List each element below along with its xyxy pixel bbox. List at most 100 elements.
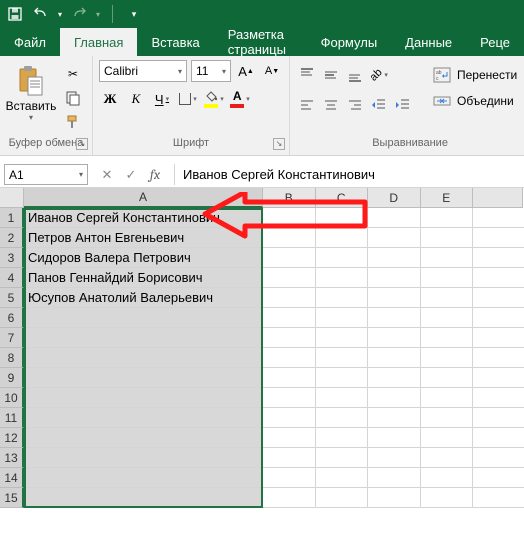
- cell[interactable]: [263, 288, 316, 308]
- undo-dropdown-icon[interactable]: ▾: [58, 10, 62, 19]
- row-header[interactable]: 9: [0, 368, 24, 388]
- row-header[interactable]: 1: [0, 208, 24, 228]
- italic-button[interactable]: К: [125, 88, 147, 110]
- cell[interactable]: [473, 408, 524, 428]
- font-color-button[interactable]: А▾: [229, 88, 251, 110]
- cell[interactable]: [316, 328, 369, 348]
- font-size-combo[interactable]: 11▾: [191, 60, 231, 82]
- cell[interactable]: [368, 248, 421, 268]
- cell[interactable]: [263, 468, 316, 488]
- cell[interactable]: [421, 288, 474, 308]
- row-header[interactable]: 14: [0, 468, 24, 488]
- cell[interactable]: [421, 268, 474, 288]
- cell[interactable]: [421, 448, 474, 468]
- cell[interactable]: [368, 348, 421, 368]
- cell[interactable]: [316, 368, 369, 388]
- cell[interactable]: Петров Антон Евгеньевич: [24, 228, 263, 248]
- tab-page-layout[interactable]: Разметка страницы: [214, 28, 307, 56]
- tab-insert[interactable]: Вставка: [137, 28, 213, 56]
- align-right-button[interactable]: [344, 94, 366, 116]
- format-painter-button[interactable]: [60, 112, 86, 132]
- cell[interactable]: [316, 288, 369, 308]
- cell[interactable]: [316, 248, 369, 268]
- decrease-font-button[interactable]: A▼: [261, 60, 283, 82]
- tab-review[interactable]: Реце: [466, 28, 524, 56]
- tab-file[interactable]: Файл: [0, 28, 60, 56]
- cell[interactable]: [24, 348, 263, 368]
- cell[interactable]: [421, 248, 474, 268]
- cell[interactable]: [24, 408, 263, 428]
- cell[interactable]: [263, 208, 316, 228]
- cell[interactable]: [473, 468, 524, 488]
- cell[interactable]: [316, 388, 369, 408]
- align-center-button[interactable]: [320, 94, 342, 116]
- fx-icon[interactable]: fx: [146, 166, 164, 184]
- cell[interactable]: [421, 388, 474, 408]
- row-header[interactable]: 2: [0, 228, 24, 248]
- cell[interactable]: [368, 228, 421, 248]
- cell[interactable]: [316, 428, 369, 448]
- cell[interactable]: [24, 488, 263, 508]
- cell[interactable]: [368, 428, 421, 448]
- select-all-corner[interactable]: [0, 188, 24, 208]
- cell[interactable]: [263, 448, 316, 468]
- cell[interactable]: [473, 308, 524, 328]
- align-middle-button[interactable]: [320, 64, 342, 86]
- cell[interactable]: [368, 308, 421, 328]
- cell[interactable]: [316, 228, 369, 248]
- paste-button[interactable]: Вставить ▾: [6, 60, 56, 130]
- cell[interactable]: [421, 368, 474, 388]
- row-header[interactable]: 12: [0, 428, 24, 448]
- row-header[interactable]: 13: [0, 448, 24, 468]
- cell[interactable]: [24, 428, 263, 448]
- cell[interactable]: [263, 408, 316, 428]
- cell[interactable]: [24, 368, 263, 388]
- cell[interactable]: [316, 348, 369, 368]
- row-header[interactable]: 3: [0, 248, 24, 268]
- cell[interactable]: Иванов Сергей Константинович: [24, 208, 263, 228]
- bold-button[interactable]: Ж: [99, 88, 121, 110]
- tab-formulas[interactable]: Формулы: [307, 28, 392, 56]
- copy-button[interactable]: [60, 88, 86, 108]
- increase-indent-button[interactable]: [392, 94, 414, 116]
- cell[interactable]: [421, 408, 474, 428]
- cell[interactable]: Панов Геннайдий Борисович: [24, 268, 263, 288]
- cell[interactable]: [368, 468, 421, 488]
- cell[interactable]: [473, 488, 524, 508]
- cell[interactable]: [421, 428, 474, 448]
- underline-button[interactable]: Ч▾: [151, 88, 173, 110]
- cell[interactable]: [473, 248, 524, 268]
- cell[interactable]: [24, 448, 263, 468]
- row-header[interactable]: 6: [0, 308, 24, 328]
- cell[interactable]: [263, 428, 316, 448]
- cell[interactable]: [263, 348, 316, 368]
- cell[interactable]: [368, 268, 421, 288]
- cell[interactable]: [316, 408, 369, 428]
- paste-dropdown-icon[interactable]: ▾: [29, 113, 33, 122]
- cell[interactable]: [421, 228, 474, 248]
- cell[interactable]: [368, 448, 421, 468]
- cell[interactable]: [263, 228, 316, 248]
- cell[interactable]: [263, 368, 316, 388]
- align-top-button[interactable]: [296, 64, 318, 86]
- cell[interactable]: [316, 448, 369, 468]
- align-left-button[interactable]: [296, 94, 318, 116]
- col-header-D[interactable]: D: [368, 188, 421, 208]
- col-header-next[interactable]: [473, 188, 523, 208]
- cell[interactable]: [263, 248, 316, 268]
- chevron-down-icon[interactable]: ▾: [79, 170, 83, 179]
- row-header[interactable]: 7: [0, 328, 24, 348]
- cell[interactable]: [473, 428, 524, 448]
- cell[interactable]: [368, 408, 421, 428]
- cancel-formula-button[interactable]: ✕: [98, 166, 116, 184]
- tab-home[interactable]: Главная: [60, 28, 137, 56]
- cell[interactable]: [473, 368, 524, 388]
- font-dialog-launcher[interactable]: ↘: [273, 138, 285, 150]
- wrap-text-button[interactable]: abc Перенести: [426, 64, 524, 86]
- cell[interactable]: [368, 368, 421, 388]
- cut-button[interactable]: ✂: [60, 64, 86, 84]
- row-header[interactable]: 8: [0, 348, 24, 368]
- col-header-B[interactable]: B: [263, 188, 316, 208]
- borders-button[interactable]: ▾: [177, 88, 199, 110]
- cell[interactable]: [421, 308, 474, 328]
